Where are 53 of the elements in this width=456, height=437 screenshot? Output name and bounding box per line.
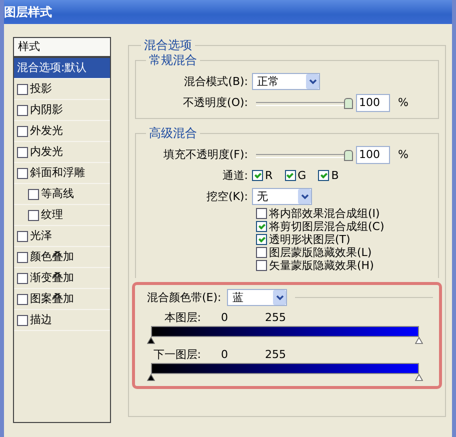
field-label: 混合模式(B): xyxy=(183,74,248,89)
blend-if-dropdown[interactable]: 蓝 xyxy=(227,289,288,306)
slider-thumb[interactable] xyxy=(147,374,155,381)
option-checkbox[interactable]: 将剪切图层混合成组(C) xyxy=(256,220,434,233)
style-list-item[interactable]: 等高线 xyxy=(14,184,110,205)
option-checkbox[interactable]: 将内部效果混合成组(I) xyxy=(256,207,434,220)
group-title: 常规混合 xyxy=(148,52,198,69)
opacity-input[interactable]: 100 xyxy=(356,94,390,112)
slider-thumb[interactable] xyxy=(147,337,155,344)
band-value: 0 xyxy=(221,311,228,324)
style-list-item[interactable]: 混合选项:默认 xyxy=(14,58,110,79)
band-value: 255 xyxy=(265,311,286,324)
style-list-item[interactable]: 光泽 xyxy=(14,226,110,247)
slider-thumb[interactable] xyxy=(344,150,353,160)
style-list-item[interactable]: 斜面和浮雕 xyxy=(14,163,110,184)
fill-opacity-input[interactable]: 100 xyxy=(356,146,390,164)
window-title: 图层样式 xyxy=(4,4,52,20)
field-label: 填充不透明度(F): xyxy=(162,147,248,162)
style-list-item[interactable]: 投影 xyxy=(14,79,110,100)
slider-thumb[interactable] xyxy=(344,98,353,108)
slider-thumb[interactable] xyxy=(415,374,423,381)
blend-mode-dropdown[interactable]: 正常 xyxy=(252,73,320,90)
band-label: 本图层: xyxy=(163,310,201,325)
slider-thumb[interactable] xyxy=(415,337,423,344)
style-list-item[interactable]: 内阴影 xyxy=(14,100,110,121)
channel-checkbox[interactable]: R xyxy=(252,169,273,182)
channel-checkbox[interactable]: B xyxy=(318,169,339,182)
opacity-slider[interactable] xyxy=(256,96,352,108)
channel-checkbox[interactable]: G xyxy=(284,169,306,182)
style-list-item[interactable]: 纹理 xyxy=(14,205,110,226)
style-list-header: 样式 xyxy=(14,38,110,58)
option-checkbox[interactable]: 矢量蒙版隐藏效果(H) xyxy=(256,259,434,272)
field-label: 混合颜色带(E): xyxy=(146,290,222,305)
style-list-item[interactable]: 内发光 xyxy=(14,142,110,163)
band-value: 0 xyxy=(221,348,228,361)
band-value: 255 xyxy=(265,348,286,361)
fill-opacity-slider[interactable] xyxy=(256,148,352,160)
style-list-item[interactable]: 图案叠加 xyxy=(14,289,110,310)
field-label: 挖空(K): xyxy=(205,189,248,204)
field-label: 不透明度(O): xyxy=(182,95,248,110)
group-title: 混合选项 xyxy=(143,37,193,54)
knockout-dropdown[interactable]: 无 xyxy=(252,188,312,205)
group-title: 高级混合 xyxy=(148,125,198,142)
unit-label: % xyxy=(398,148,408,161)
option-checkbox[interactable]: 透明形状图层(T) xyxy=(256,233,434,246)
style-list-item[interactable]: 外发光 xyxy=(14,121,110,142)
style-list-item[interactable]: 渐变叠加 xyxy=(14,268,110,289)
band-label: 下一图层: xyxy=(152,347,201,362)
field-label: 通道: xyxy=(221,168,248,183)
style-list-item[interactable]: 描边 xyxy=(14,310,110,331)
unit-label: % xyxy=(398,96,408,109)
style-list-item[interactable]: 颜色叠加 xyxy=(14,247,110,268)
option-checkbox[interactable]: 图层蒙版隐藏效果(L) xyxy=(256,246,434,259)
